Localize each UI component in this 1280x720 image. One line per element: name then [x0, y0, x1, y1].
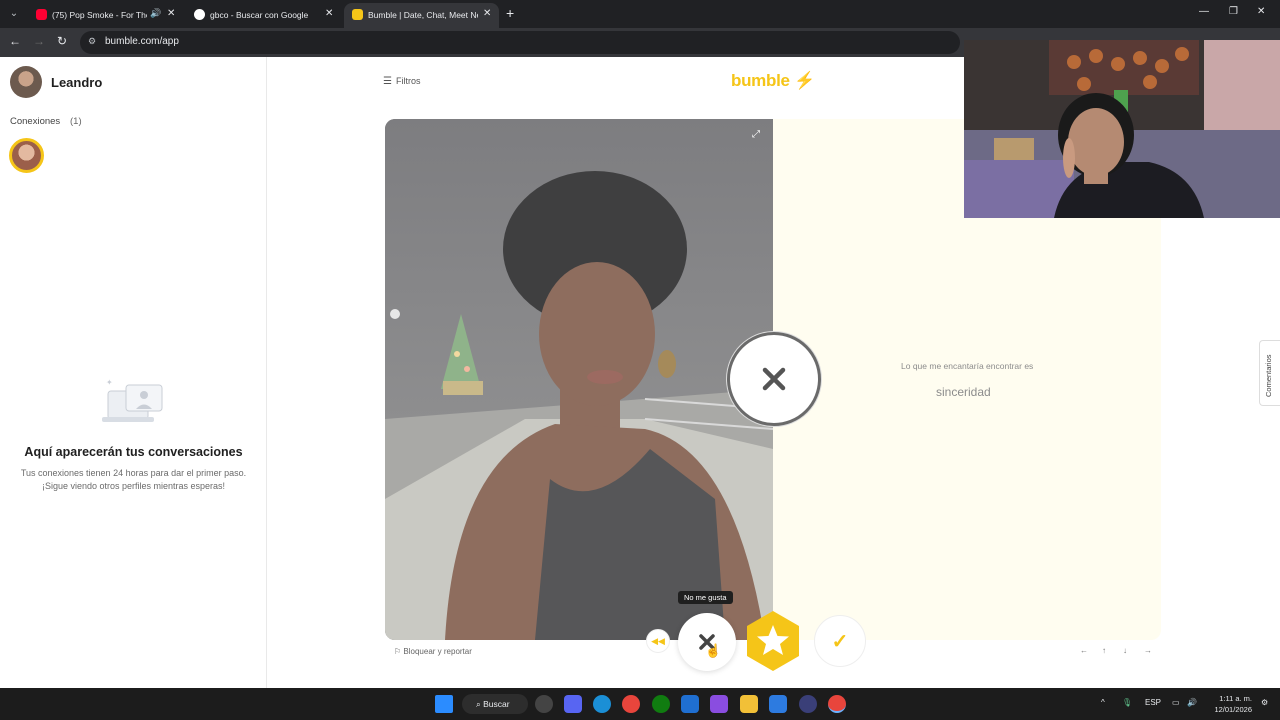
- logo-text: bumble: [731, 71, 790, 90]
- language-indicator[interactable]: ESP: [1145, 698, 1161, 707]
- dislike-overlay: [727, 332, 821, 426]
- omnibox[interactable]: ⚙ bumble.com/app: [80, 31, 960, 54]
- clock-date: 12/01/2026: [1214, 705, 1252, 714]
- photos-icon[interactable]: [681, 695, 699, 713]
- sliders-icon: ☰: [383, 76, 392, 87]
- chrome-active-icon[interactable]: [828, 695, 846, 713]
- connections-label: Conexiones: [10, 116, 61, 127]
- conversations-sidebar: Leandro Conexiones (1) ✦ Aquí aparecerán…: [0, 57, 267, 688]
- notifications-icon[interactable]: ⚙: [1261, 698, 1268, 707]
- close-window-icon[interactable]: ✕: [1257, 6, 1265, 17]
- app-icon[interactable]: [799, 695, 817, 713]
- tab-google[interactable]: gbco - Buscar con Google ✕: [186, 3, 341, 28]
- vscode-icon[interactable]: [769, 695, 787, 713]
- filters-label: Filtros: [396, 76, 421, 86]
- like-button[interactable]: ✓: [814, 615, 866, 667]
- clock-time: 1:11 a. m.: [1219, 694, 1252, 703]
- microphone-icon[interactable]: 🎙: [1122, 698, 1132, 707]
- taskbar-search-label: Buscar: [483, 699, 510, 709]
- restore-icon[interactable]: ❐: [1229, 6, 1238, 17]
- webcam-overlay: [964, 40, 1280, 218]
- forward-icon[interactable]: →: [33, 34, 45, 48]
- user-name[interactable]: Leandro: [51, 75, 102, 90]
- block-report-label: Bloquear y reportar: [403, 647, 472, 656]
- close-icon: [762, 367, 786, 391]
- empty-title: Aquí aparecerán tus conversaciones: [24, 445, 243, 459]
- speaker-icon[interactable]: 🔊: [150, 8, 161, 19]
- bumble-favicon-icon: [352, 9, 363, 20]
- bumble-logo[interactable]: bumble ⚡: [731, 71, 815, 91]
- back-icon[interactable]: ←: [9, 34, 21, 48]
- block-report-link[interactable]: ⚐ Bloquear y reportar: [394, 647, 472, 656]
- reload-icon[interactable]: ↻: [57, 34, 67, 48]
- new-tab-button[interactable]: +: [506, 5, 514, 21]
- dislike-button[interactable]: [678, 613, 736, 671]
- minimize-icon[interactable]: —: [1199, 6, 1209, 17]
- filters-button[interactable]: ☰ Filtros: [383, 76, 421, 87]
- key-hint-down: ↓: [1123, 646, 1127, 655]
- empty-subtitle-line-1: Tus conexiones tienen 24 horas para dar …: [20, 468, 247, 478]
- prompt-answer: sinceridad: [936, 385, 991, 399]
- taskbar-clock[interactable]: 1:11 a. m. 12/01/2026: [1206, 693, 1252, 715]
- search-icon: ⌕: [476, 699, 481, 709]
- key-hint-up: ↑: [1102, 646, 1106, 655]
- svg-text:✦: ✦: [106, 378, 113, 387]
- close-tab-icon[interactable]: ✕: [167, 8, 175, 19]
- tab-search-icon[interactable]: ⌄: [6, 6, 22, 22]
- tray-chevron-icon[interactable]: ^: [1101, 698, 1105, 707]
- user-avatar[interactable]: [10, 66, 42, 98]
- chrome-icon[interactable]: [622, 695, 640, 713]
- network-icon[interactable]: ▭: [1172, 698, 1180, 707]
- expand-photo-icon[interactable]: ⤢: [752, 129, 760, 140]
- empty-subtitle-line-2: ¡Sigue viendo otros perfiles mientras es…: [41, 481, 226, 491]
- close-tab-icon[interactable]: ✕: [483, 8, 491, 19]
- lightning-icon: ⚡: [794, 71, 815, 90]
- task-view-icon[interactable]: [535, 695, 553, 713]
- connection-avatar[interactable]: [9, 138, 44, 173]
- file-explorer-icon[interactable]: [740, 695, 758, 713]
- check-icon: ✓: [831, 630, 849, 653]
- rewind-button[interactable]: ◀◀: [646, 629, 670, 653]
- pointer-cursor-icon: ☝: [705, 643, 722, 658]
- key-hint-right: →: [1144, 646, 1152, 655]
- copilot-icon[interactable]: [710, 695, 728, 713]
- tab-youtube[interactable]: (75) Pop Smoke - For The N 🔊 ✕: [28, 3, 180, 28]
- flag-icon: ⚐: [394, 647, 402, 656]
- key-hint-left: ←: [1080, 646, 1088, 655]
- tab-title: Bumble | Date, Chat, Meet New: [368, 10, 478, 20]
- edge-icon[interactable]: [593, 695, 611, 713]
- taskbar-search[interactable]: ⌕ Buscar: [462, 694, 528, 714]
- rewind-icon: ◀◀: [651, 636, 665, 646]
- prompt-label: Lo que me encantaría encontrar es: [901, 361, 1034, 371]
- windows-start-icon[interactable]: [435, 695, 453, 713]
- connections-count: (1): [70, 116, 82, 127]
- google-icon: [194, 9, 205, 20]
- url-text: bumble.com/app: [105, 36, 179, 47]
- dislike-tooltip: No me gusta: [678, 591, 733, 604]
- windows-taskbar: ⌕ Buscar ^ 🎙 ESP ▭ 🔊 1:11 a. m. 12/01/20…: [0, 688, 1280, 720]
- xbox-icon[interactable]: [652, 695, 670, 713]
- site-info-icon[interactable]: ⚙: [88, 36, 96, 47]
- profile-photo-image: [385, 119, 773, 640]
- volume-icon[interactable]: 🔊: [1187, 698, 1197, 707]
- youtube-icon: [36, 9, 47, 20]
- webcam-video-image: [964, 40, 1280, 218]
- discord-icon[interactable]: [564, 695, 582, 713]
- tab-title: (75) Pop Smoke - For The N: [52, 10, 147, 20]
- feedback-tab-label: Comentarios: [1264, 354, 1273, 397]
- tab-bumble[interactable]: Bumble | Date, Chat, Meet New ✕: [344, 3, 499, 28]
- tab-title: gbco - Buscar con Google: [210, 10, 309, 20]
- empty-conversations-illustration-icon: ✦: [102, 378, 163, 422]
- profile-photo[interactable]: [385, 119, 773, 640]
- feedback-tab[interactable]: Comentarios: [1259, 340, 1280, 406]
- superswipe-button[interactable]: [741, 609, 805, 673]
- close-tab-icon[interactable]: ✕: [325, 8, 333, 19]
- browser-tab-bar: ⌄ (75) Pop Smoke - For The N 🔊 ✕ gbco - …: [0, 0, 1280, 28]
